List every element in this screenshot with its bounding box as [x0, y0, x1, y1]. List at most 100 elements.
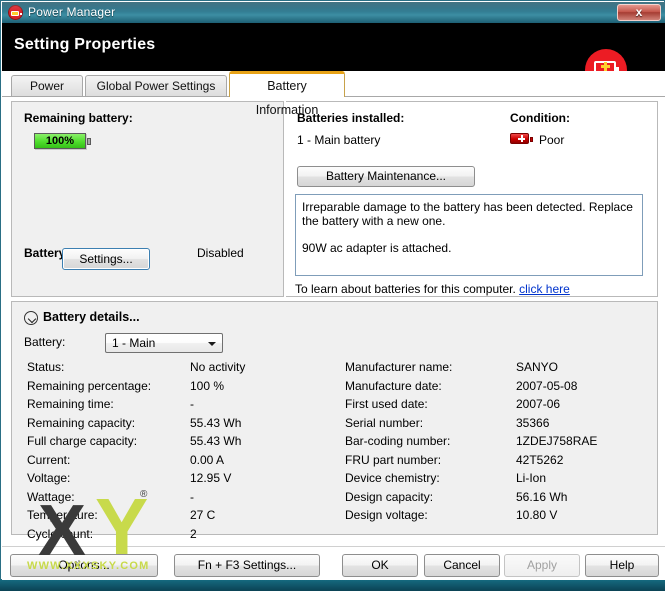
detail-key: Device chemistry: — [345, 471, 440, 485]
detail-row: Remaining time: - — [27, 397, 337, 416]
detail-value: 42T5262 — [516, 452, 564, 467]
detail-key: Bar-coding number: — [345, 434, 451, 448]
battery-details-title: Battery details... — [43, 310, 140, 324]
detail-value: 56.16 Wh — [516, 489, 568, 504]
tab-battery-information[interactable]: Battery Information — [229, 71, 345, 117]
detail-value: 27 C — [190, 508, 216, 522]
detail-row: Temperature: 27 C — [27, 508, 337, 527]
learn-more-label: To learn about batteries for this comput… — [295, 282, 516, 296]
detail-value: 100 % — [190, 378, 225, 393]
power-manager-logo-icon — [585, 49, 627, 71]
detail-value: 12.95 V — [190, 471, 232, 485]
detail-key: Current: — [27, 452, 71, 467]
click-here-link[interactable]: click here — [519, 282, 570, 296]
detail-key: Cycle count: — [27, 526, 94, 541]
detail-row: Bar-coding number: 1ZDEJ758RAE — [345, 434, 655, 453]
detail-key: Design voltage: — [345, 508, 428, 522]
tab-bar: Power Plan Global Power Settings Battery… — [2, 71, 665, 117]
detail-key: Temperature: — [27, 508, 98, 522]
detail-key: FRU part number: — [345, 452, 442, 467]
detail-row: Full charge capacity: 55.43 Wh — [27, 434, 337, 453]
detail-row: Wattage: - — [27, 490, 337, 509]
batteries-installed-value: 1 - Main battery — [297, 133, 381, 147]
tab-content: Remaining battery: 100% Battery Stretch:… — [2, 97, 665, 546]
battery-details-left-column: Status: No activity Remaining percentage: 1… — [27, 360, 337, 545]
detail-key: Full charge capacity: — [27, 434, 138, 448]
apply-button: Apply — [504, 554, 580, 577]
battery-details-panel: Battery details... Battery: 1 - Main Sta… — [11, 301, 658, 541]
window-title: Power Manager — [28, 5, 116, 19]
help-button[interactable]: Help — [585, 554, 659, 577]
detail-row: Manufacturer name: SANYO — [345, 360, 655, 379]
battery-level-meter: 100% — [34, 133, 91, 149]
detail-row: First used date: 2007-06 — [345, 397, 655, 416]
detail-value: 55.43 Wh — [190, 434, 242, 448]
detail-key: Manufacture date: — [345, 378, 442, 393]
detail-row: Design voltage: 10.80 V — [345, 508, 655, 527]
detail-value: 2007-05-08 — [516, 378, 578, 393]
detail-row: Remaining capacity: 55.43 Wh — [27, 416, 337, 435]
condition-battery-icon — [510, 133, 533, 144]
battery-message-box: Irreparable damage to the battery has be… — [295, 194, 643, 276]
detail-key: Voltage: — [27, 471, 71, 485]
dialog-button-bar: Options... Fn + F3 Settings... OK Cancel… — [2, 546, 665, 581]
detail-key: Wattage: — [27, 489, 75, 504]
desktop-strip — [0, 580, 665, 591]
detail-key: Remaining percentage: — [27, 378, 152, 393]
learn-more-text: To learn about batteries for this comput… — [295, 282, 570, 296]
detail-key: Remaining time: — [27, 397, 114, 411]
detail-value: 55.43 Wh — [190, 415, 242, 430]
detail-row: Current: 0.00 A — [27, 453, 337, 472]
battery-message-line2: 90W ac adapter is attached. — [302, 241, 452, 255]
detail-key: Serial number: — [345, 415, 424, 430]
settings-button[interactable]: Settings... — [62, 248, 150, 270]
battery-level-value: 100% — [45, 135, 75, 147]
title-bar: Power Manager x — [2, 2, 665, 23]
remaining-battery-panel: Remaining battery: 100% Battery Stretch:… — [11, 101, 284, 297]
cancel-button[interactable]: Cancel — [424, 554, 500, 577]
detail-value: 2 — [190, 526, 197, 541]
detail-row: Cycle count: 2 — [27, 527, 337, 546]
detail-row: Status: No activity — [27, 360, 337, 379]
detail-key: Design capacity: — [345, 489, 434, 504]
battery-details-right-column: Manufacturer name: SANYO Manufacture date:… — [345, 360, 655, 527]
remaining-battery-label: Remaining battery: — [24, 111, 133, 125]
detail-value: 35366 — [516, 415, 550, 430]
detail-value: 2007-06 — [516, 397, 561, 411]
detail-row: Manufacture date: 2007-05-08 — [345, 379, 655, 398]
tab-power-plan[interactable]: Power Plan — [11, 75, 83, 113]
detail-key: Manufacturer name: — [345, 360, 453, 374]
battery-stretch-value: Disabled — [197, 246, 244, 260]
chevron-down-icon — [208, 342, 216, 346]
options-button[interactable]: Options... — [10, 554, 158, 577]
detail-value: SANYO — [516, 360, 559, 374]
detail-value: 0.00 A — [190, 452, 225, 467]
detail-row: Serial number: 35366 — [345, 416, 655, 435]
fn-f3-settings-button[interactable]: Fn + F3 Settings... — [174, 554, 320, 577]
page-title: Setting Properties — [14, 36, 156, 53]
detail-value: - — [190, 397, 194, 411]
detail-key: First used date: — [345, 397, 428, 411]
battery-selector-label: Battery: — [24, 335, 66, 349]
detail-row: Voltage: 12.95 V — [27, 471, 337, 490]
ok-button[interactable]: OK — [342, 554, 418, 577]
condition-value: Poor — [539, 133, 565, 147]
power-manager-window: Power Manager x Setting Properties Power… — [0, 0, 665, 591]
detail-value: No activity — [190, 360, 246, 374]
tab-global-power-settings[interactable]: Global Power Settings — [85, 75, 227, 97]
close-button[interactable]: x — [617, 4, 661, 21]
detail-value: - — [190, 489, 194, 504]
battery-selector-dropdown[interactable]: 1 - Main — [105, 333, 223, 353]
detail-value: Li-Ion — [516, 471, 547, 485]
page-header: Setting Properties — [2, 23, 665, 71]
app-battery-icon — [8, 5, 23, 20]
detail-value: 10.80 V — [516, 508, 558, 522]
battery-status-panel: Batteries installed: 1 - Main battery Co… — [286, 101, 658, 297]
detail-value: 1ZDEJ758RAE — [516, 434, 598, 448]
detail-key: Remaining capacity: — [27, 415, 136, 430]
battery-maintenance-button[interactable]: Battery Maintenance... — [297, 166, 475, 187]
detail-row: Device chemistry: Li-Ion — [345, 471, 655, 490]
battery-message-line1: Irreparable damage to the battery has be… — [302, 200, 633, 228]
detail-row: Remaining percentage: 100 % — [27, 379, 337, 398]
chevron-down-circle-icon[interactable] — [24, 311, 38, 325]
